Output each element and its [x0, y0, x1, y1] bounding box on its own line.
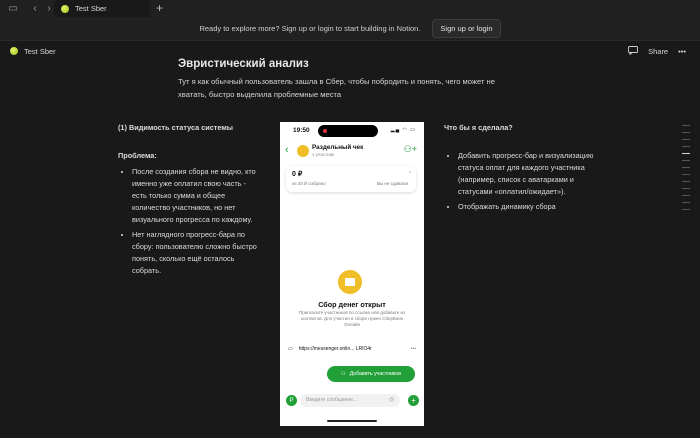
- signup-button[interactable]: Sign up or login: [432, 19, 501, 38]
- intro-paragraph: Тут я как обычный пользователь зашла в С…: [178, 77, 495, 99]
- back-arrow-icon[interactable]: ‹: [28, 3, 42, 14]
- avatar: [297, 145, 309, 157]
- toc-mark[interactable]: [682, 132, 690, 133]
- invite-link-row: ▭ https://messenger.onlin... LRIO4r •••: [288, 342, 416, 356]
- toc-mark[interactable]: [682, 209, 690, 210]
- list-item: Нет наглядного прогресс-бара по сбору: п…: [132, 229, 258, 277]
- more-options-icon: •••: [410, 346, 416, 352]
- collection-summary-card: 0 ₽ › из 20 ₽ собрано Вы не сдавали: [286, 166, 416, 192]
- add-user-icon: ⚇+: [403, 144, 417, 154]
- left-column: (1) Видимость статуса системы Проблема: …: [118, 122, 258, 280]
- browser-tab-strip: ▭ ‹ › Test Sber +: [0, 0, 700, 17]
- wallet-icon: [338, 270, 362, 294]
- signup-banner: Ready to explore more? Sign up or login …: [0, 17, 700, 41]
- right-column: Что бы я сделала? Добавить прогресс-бар …: [444, 122, 594, 216]
- toc-mark[interactable]: [682, 188, 690, 189]
- add-user-icon: ⚇: [341, 371, 346, 377]
- problem-label: Проблема:: [118, 151, 157, 160]
- share-button[interactable]: Share: [648, 47, 668, 56]
- table-of-contents-marks[interactable]: [682, 125, 690, 210]
- section-title: (1) Видимость статуса системы: [118, 123, 233, 132]
- collected-amount: 0 ₽: [292, 171, 303, 178]
- dynamic-island: [318, 125, 378, 137]
- page-heading: Эвристический анализ: [178, 58, 309, 70]
- signal-wifi-battery-icon: ▂▄ ◠ ▭: [390, 127, 416, 133]
- sidebar-toggle-icon[interactable]: ▭: [6, 3, 20, 14]
- toc-mark[interactable]: [682, 202, 690, 203]
- chat-header: ‹ Раздельный чек 1 участник ⚇+: [280, 140, 424, 164]
- toc-mark[interactable]: [682, 167, 690, 168]
- invite-link: https://messenger.onlin... LRIO4r: [298, 346, 372, 352]
- home-indicator: [327, 420, 377, 422]
- breadcrumb[interactable]: Test Sber: [10, 47, 56, 56]
- sber-logo-icon: [61, 4, 69, 13]
- payment-status: Вы не сдавали: [376, 181, 408, 186]
- more-options-icon[interactable]: •••: [678, 47, 686, 56]
- collection-open-description: Пригласите участников по ссылке или доба…: [298, 310, 406, 327]
- chat-title: Раздельный чек: [312, 144, 364, 151]
- list-item: После создания сбора не видно, кто именн…: [132, 166, 258, 226]
- record-dot-icon: [323, 129, 327, 133]
- toc-mark[interactable]: [682, 125, 690, 126]
- send-plus-icon: +: [408, 395, 419, 406]
- browser-tab[interactable]: Test Sber: [54, 0, 150, 17]
- problem-list: После создания сбора не видно, кто именн…: [118, 166, 258, 277]
- message-composer: Р Введите сообщение... ◎ +: [280, 390, 424, 414]
- solution-title: Что бы я сделала?: [444, 123, 513, 132]
- attachment-icon: ◎: [389, 397, 395, 403]
- phone-time: 19:50: [293, 127, 310, 134]
- message-input: Введите сообщение...: [300, 394, 400, 407]
- comment-icon[interactable]: [628, 45, 639, 57]
- add-participants-button: ⚇ Добавить участников: [327, 366, 415, 382]
- chevron-right-icon: ›: [409, 170, 411, 176]
- breadcrumb-title: Test Sber: [24, 46, 56, 56]
- toc-mark-active[interactable]: [682, 153, 690, 154]
- amount-of-total: из 20 ₽ собрано: [292, 181, 326, 186]
- plus-icon[interactable]: +: [156, 1, 163, 15]
- toc-mark[interactable]: [682, 181, 690, 182]
- chat-subtitle: 1 участник: [312, 152, 335, 157]
- link-icon: ▭: [288, 346, 293, 352]
- toc-mark[interactable]: [682, 139, 690, 140]
- phone-status-bar: 19:50 ▂▄ ◠ ▭: [280, 122, 424, 140]
- list-item: Добавить прогресс-бар и визуализацию ста…: [458, 150, 594, 198]
- add-participants-label: Добавить участников: [349, 371, 401, 377]
- collection-open-title: Сбор денег открыт: [318, 300, 386, 309]
- tab-title: Test Sber: [75, 4, 107, 13]
- page-header: Test Sber Share •••: [0, 43, 700, 59]
- toc-mark[interactable]: [682, 146, 690, 147]
- ruble-badge: Р: [286, 395, 297, 406]
- toc-mark[interactable]: [682, 195, 690, 196]
- toc-mark[interactable]: [682, 174, 690, 175]
- list-item: Отображать динамику сбора: [458, 201, 594, 213]
- phone-screenshot: 19:50 ▂▄ ◠ ▭ ‹ Раздельный чек 1 участник…: [280, 122, 424, 426]
- solution-list: Добавить прогресс-бар и визуализацию ста…: [444, 150, 594, 213]
- page-icon: [10, 47, 18, 55]
- chevron-left-icon: ‹: [285, 144, 289, 156]
- toc-mark[interactable]: [682, 160, 690, 161]
- banner-message: Ready to explore more? Sign up or login …: [199, 24, 421, 33]
- header-actions: Share •••: [628, 45, 686, 57]
